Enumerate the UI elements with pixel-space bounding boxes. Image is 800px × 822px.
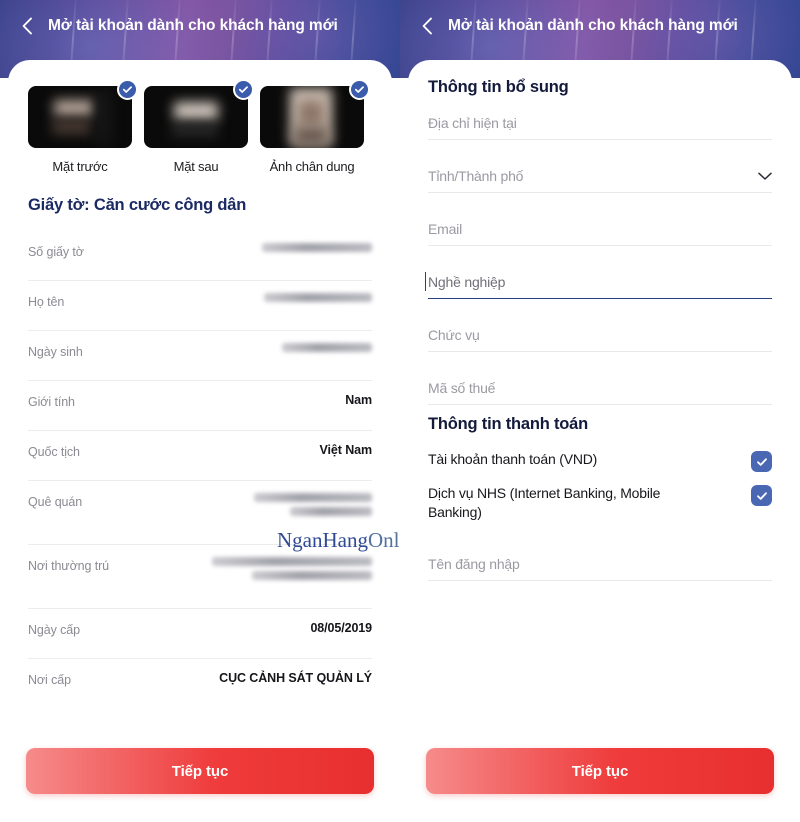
payment-account-checkbox[interactable] [751, 451, 772, 472]
left-header-row: Mở tài khoản dành cho khách hàng mới [0, 0, 400, 52]
table-row: Nơi thường trú [28, 545, 372, 609]
info-value: 08/05/2019 [310, 621, 372, 635]
section-title-additional-info: Thông tin bổ sung [428, 78, 569, 96]
username-field[interactable]: Tên đăng nhập [428, 556, 772, 581]
table-row: Ngày cấp 08/05/2019 [28, 609, 372, 659]
thumbnail-portrait-wrap [260, 79, 370, 148]
right-card-inner: Thông tin bổ sung Địa chỉ hiện tại Tỉnh/… [408, 60, 792, 581]
table-row: Giới tính Nam [28, 381, 372, 431]
redacted-value [282, 343, 372, 352]
payment-options-list: Tài khoản thanh toán (VND) Dịch vụ NHS (… [428, 450, 772, 522]
left-screen: Mở tài khoản dành cho khách hàng mới Mặt… [0, 0, 400, 822]
info-label: Số giấy tờ [28, 245, 84, 259]
province-city-placeholder: Tỉnh/Thành phố [428, 168, 524, 184]
tax-code-field[interactable]: Mã số thuế [428, 380, 772, 405]
nhs-service-label: Dịch vụ NHS (Internet Banking, Mobile Ba… [428, 485, 661, 520]
thumbnail-back[interactable]: Mặt sau [144, 79, 254, 174]
redacted-value [264, 293, 372, 302]
left-content-card: Mặt trước Mặt sau Ảnh chân dung Giấy tờ:… [8, 60, 392, 822]
right-screen: Mở tài khoản dành cho khách hàng mới Thô… [400, 0, 800, 822]
info-value: Nam [345, 393, 372, 407]
right-header-row: Mở tài khoản dành cho khách hàng mới [400, 0, 800, 52]
email-field-placeholder: Email [428, 221, 463, 237]
table-row: Số giấy tờ [28, 231, 372, 281]
thumbnail-back-label: Mặt sau [173, 159, 219, 174]
info-label: Quốc tịch [28, 445, 80, 459]
redacted-value [254, 493, 372, 516]
document-thumbnails: Mặt trước Mặt sau Ảnh chân dung [28, 79, 372, 174]
text-caret [425, 272, 427, 291]
continue-button[interactable]: Tiếp tục [26, 748, 374, 794]
check-circle-icon [233, 79, 254, 100]
occupation-field[interactable]: Nghề nghiệp [425, 272, 772, 299]
left-card-inner: Mặt trước Mặt sau Ảnh chân dung Giấy tờ:… [8, 60, 392, 709]
table-row: Quê quán [28, 481, 372, 545]
province-city-select[interactable]: Tỉnh/Thành phố [428, 168, 772, 193]
info-label: Giới tính [28, 395, 75, 409]
table-row: Họ tên [28, 281, 372, 331]
section-title-payment-info: Thông tin thanh toán [428, 415, 589, 433]
thumbnail-portrait[interactable]: Ảnh chân dung [260, 79, 370, 174]
thumbnail-front[interactable]: Mặt trước [28, 79, 138, 174]
info-value: CỤC CẢNH SÁT QUẢN LÝ [219, 671, 372, 685]
info-label: Nơi thường trú [28, 559, 110, 573]
chevron-left-icon[interactable] [418, 17, 436, 35]
table-row: Ngày sinh [28, 331, 372, 381]
info-label: Họ tên [28, 295, 65, 309]
table-row: Quốc tịch Việt Nam [28, 431, 372, 481]
identity-info-list: Số giấy tờ Họ tên Ngày sinh Giới tính Na… [28, 231, 372, 709]
position-field[interactable]: Chức vụ [428, 327, 772, 352]
info-value: Việt Nam [319, 443, 373, 457]
chevron-down-icon[interactable] [758, 172, 772, 181]
thumbnail-front-image[interactable] [28, 86, 132, 148]
email-field[interactable]: Email [428, 221, 772, 246]
position-field-placeholder: Chức vụ [428, 327, 480, 343]
info-label: Quê quán [28, 495, 83, 509]
chevron-left-icon[interactable] [18, 17, 36, 35]
additional-info-fields: Địa chỉ hiện tại Tỉnh/Thành phố Email Ng… [425, 115, 772, 405]
redacted-value [262, 243, 372, 252]
payment-account-label: Tài khoản thanh toán (VND) [428, 451, 598, 467]
info-label: Nơi cấp [28, 673, 71, 687]
page-title: Mở tài khoản dành cho khách hàng mới [448, 17, 738, 34]
page-title: Mở tài khoản dành cho khách hàng mới [48, 17, 338, 34]
info-label: Ngày sinh [28, 345, 83, 359]
thumbnail-back-image[interactable] [144, 86, 248, 148]
thumbnail-portrait-image[interactable] [260, 86, 364, 148]
table-row: Nơi cấp CỤC CẢNH SÁT QUẢN LÝ [28, 659, 372, 709]
nhs-service-checkbox[interactable] [751, 485, 772, 506]
thumbnail-back-wrap [144, 79, 254, 148]
list-item[interactable]: Tài khoản thanh toán (VND) [428, 450, 772, 472]
thumbnail-front-label: Mặt trước [52, 159, 108, 174]
thumbnail-front-wrap [28, 79, 138, 148]
continue-button[interactable]: Tiếp tục [426, 748, 774, 794]
occupation-field-placeholder: Nghề nghiệp [428, 274, 506, 290]
dual-screenshot-container: Mở tài khoản dành cho khách hàng mới Mặt… [0, 0, 800, 822]
check-circle-icon [349, 79, 370, 100]
redacted-value [212, 557, 372, 580]
list-item[interactable]: Dịch vụ NHS (Internet Banking, Mobile Ba… [428, 484, 772, 522]
address-field[interactable]: Địa chỉ hiện tại [428, 115, 772, 140]
right-content-card: Thông tin bổ sung Địa chỉ hiện tại Tỉnh/… [408, 60, 792, 822]
check-circle-icon [117, 79, 138, 100]
tax-code-field-placeholder: Mã số thuế [428, 380, 496, 396]
thumbnail-portrait-label: Ảnh chân dung [269, 159, 355, 174]
info-label: Ngày cấp [28, 623, 81, 637]
address-field-placeholder: Địa chỉ hiện tại [428, 115, 517, 131]
document-type-title: Giấy tờ: Căn cước công dân [28, 196, 247, 214]
username-field-placeholder: Tên đăng nhập [428, 555, 520, 572]
